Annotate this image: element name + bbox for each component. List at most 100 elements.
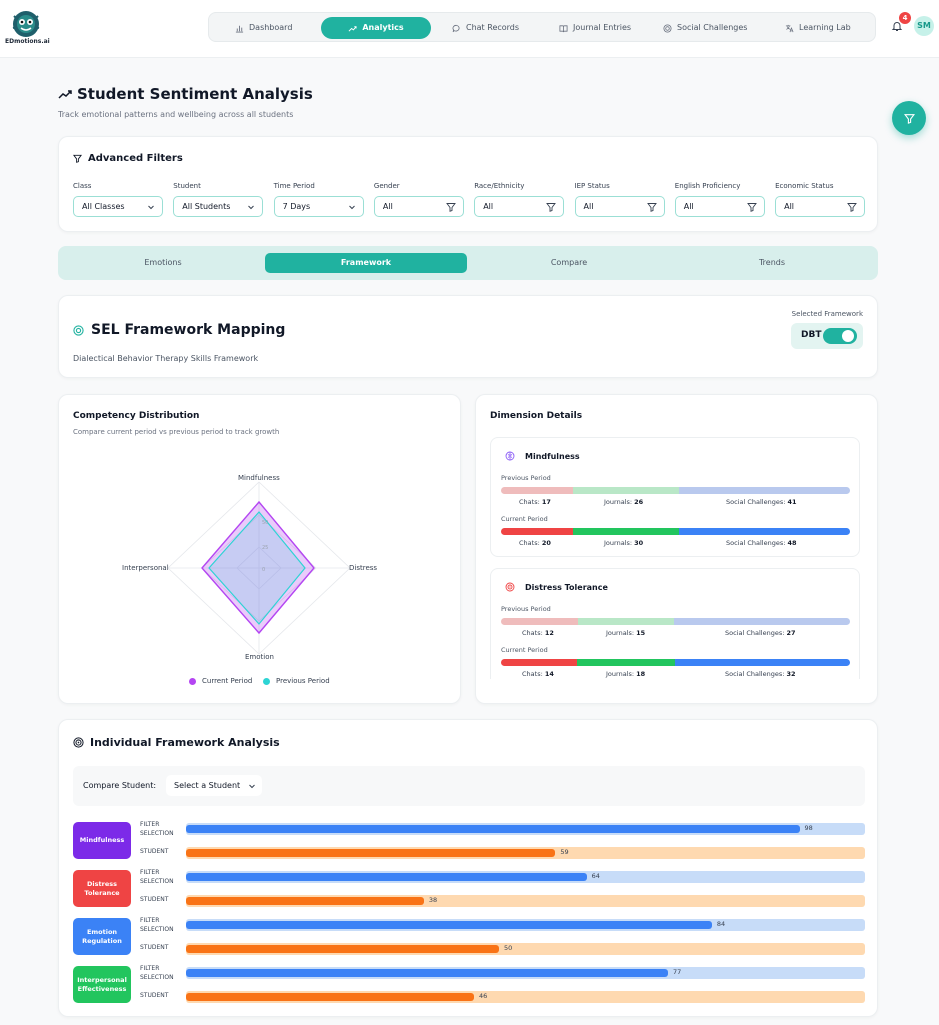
selected-framework-label: Selected Framework	[791, 310, 863, 318]
chats-value: 14	[544, 670, 554, 678]
filter-bar-fill	[186, 825, 800, 833]
filter-label-class: Class	[73, 182, 92, 190]
filters-title: Advanced Filters	[73, 153, 183, 164]
social-segment	[673, 618, 850, 625]
previous-period-label: Previous Period	[501, 474, 551, 482]
journals-segment	[572, 528, 679, 535]
dimension-scroll-area[interactable]: Mindfulness Previous Period Chats: 17 Jo…	[490, 437, 860, 679]
page-title-text: Student Sentiment Analysis	[77, 85, 313, 103]
social-label: Social Challenges:	[725, 629, 785, 637]
legend-dot	[263, 677, 270, 685]
student-bar-value: 46	[478, 992, 488, 1000]
filter-fab-button[interactable]	[892, 101, 926, 135]
dimension-item-mindfulness: Mindfulness Previous Period Chats: 17 Jo…	[490, 437, 860, 557]
student-row-label: STUDENT	[140, 848, 169, 855]
current-period-label: Current Period	[501, 515, 548, 523]
filter-time-period-select[interactable]: 7 Days	[273, 196, 364, 217]
dimension-name: Mindfulness	[525, 451, 580, 461]
filter-label-gender: Gender	[373, 182, 400, 190]
nav-chat-records[interactable]: Chat Records	[452, 17, 519, 39]
social-count: Social Challenges: 27	[725, 629, 796, 637]
target-icon	[505, 582, 515, 592]
social-value: 48	[787, 539, 797, 547]
nav-learning-lab[interactable]: Learning Lab	[785, 17, 851, 39]
filter-student-select[interactable]: All Students	[173, 196, 264, 217]
framework-toggle[interactable]: DBT	[791, 323, 863, 349]
nav-analytics[interactable]: Analytics	[321, 17, 431, 39]
filter-english-proficiency-select[interactable]: All	[674, 196, 765, 217]
filter-bar-fill	[186, 921, 712, 929]
social-count: Social Challenges: 32	[725, 670, 796, 678]
chats-count: Chats: 20	[519, 539, 551, 547]
social-label: Social Challenges:	[726, 539, 786, 547]
framework-title-text: SEL Framework Mapping	[91, 322, 286, 338]
nav-journal-entries[interactable]: Journal Entries	[559, 17, 631, 39]
filter-value: 7 Days	[282, 202, 311, 211]
student-bar-fill	[186, 993, 474, 1001]
chats-segment	[501, 528, 573, 535]
compare-student-row: Compare Student: Select a Student	[73, 766, 865, 806]
filter-bar-fill	[186, 873, 587, 881]
legend-label: Previous Period	[276, 677, 330, 685]
filter-label-english-proficiency: English Proficiency	[674, 182, 741, 190]
brain-icon	[505, 451, 515, 461]
nav-label: Analytics	[362, 23, 404, 32]
tab-trends[interactable]: Trends	[671, 253, 873, 273]
chats-label: Chats:	[519, 498, 540, 506]
filter-race-ethnicity-select[interactable]: All	[474, 196, 565, 217]
individual-analysis-card: Individual Framework Analysis Compare St…	[58, 719, 878, 1017]
filter-label-economic-status: Economic Status	[775, 182, 834, 190]
filter-iep-status-select[interactable]: All	[574, 196, 665, 217]
current-period-label: Current Period	[501, 646, 548, 654]
nav-social-challenges[interactable]: Social Challenges	[663, 17, 747, 39]
dimension-head: Distress Tolerance	[505, 582, 608, 592]
journals-value: 15	[636, 629, 646, 637]
social-value: 41	[787, 498, 797, 506]
filter-row-label: FILTER SELECTION	[140, 917, 174, 933]
radar-axis-label: Mindfulness	[238, 474, 280, 482]
radar-tick: 25	[262, 545, 268, 551]
tab-emotions[interactable]: Emotions	[62, 253, 264, 273]
filter-gender-select[interactable]: All	[373, 196, 464, 217]
chevron-down-icon	[249, 784, 255, 789]
competency-label-box: Emotion Regulation	[73, 918, 131, 955]
dimension-name: Distress Tolerance	[525, 582, 608, 592]
compare-student-select[interactable]: Select a Student	[166, 775, 262, 796]
tab-framework[interactable]: Framework	[265, 253, 467, 273]
filter-label-race-ethnicity: Race/Ethnicity	[474, 182, 525, 190]
filter-class-select[interactable]: All Classes	[73, 196, 163, 217]
filter-bar-value: 64	[591, 872, 600, 880]
chats-value: 20	[541, 539, 551, 547]
filter-value: All	[483, 202, 494, 211]
filter-value: All Classes	[82, 202, 125, 211]
filter-bar-value: 84	[716, 920, 726, 928]
journals-value: 18	[636, 670, 646, 678]
filter-bar-track: 64	[186, 871, 865, 883]
toggle-track[interactable]	[823, 328, 857, 344]
avatar[interactable]: SM	[914, 16, 934, 36]
journals-value: 30	[634, 539, 644, 547]
nav-dashboard[interactable]: Dashboard	[235, 17, 292, 39]
social-count: Social Challenges: 41	[726, 498, 797, 506]
chats-label: Chats:	[522, 629, 543, 637]
student-bar-track: 50	[186, 943, 865, 955]
funnel-icon	[546, 203, 557, 212]
filter-value: All	[683, 202, 694, 211]
framework-subtitle: Dialectical Behavior Therapy Skills Fram…	[73, 354, 259, 363]
dimension-title: Dimension Details	[490, 411, 583, 421]
social-label: Social Challenges:	[726, 498, 786, 506]
filter-bar-fill	[186, 969, 669, 977]
competency-card: Competency Distribution Compare current …	[58, 394, 461, 704]
tab-compare[interactable]: Compare	[468, 253, 670, 273]
top-bar: EDmotions.ai Dashboard Analytics Chat Re…	[0, 0, 939, 58]
analysis-tabs: Emotions Framework Compare Trends	[58, 246, 878, 280]
previous-period-label: Previous Period	[501, 605, 551, 613]
student-bar-track: 38	[186, 895, 865, 907]
chats-segment	[501, 618, 578, 625]
page-subtitle: Track emotional patterns and wellbeing a…	[58, 110, 294, 119]
filter-bar-track: 77	[186, 967, 865, 979]
journals-label: Journals:	[604, 539, 633, 547]
chevron-down-icon	[148, 205, 154, 210]
filter-economic-status-select[interactable]: All	[775, 196, 866, 217]
social-value: 27	[786, 629, 796, 637]
